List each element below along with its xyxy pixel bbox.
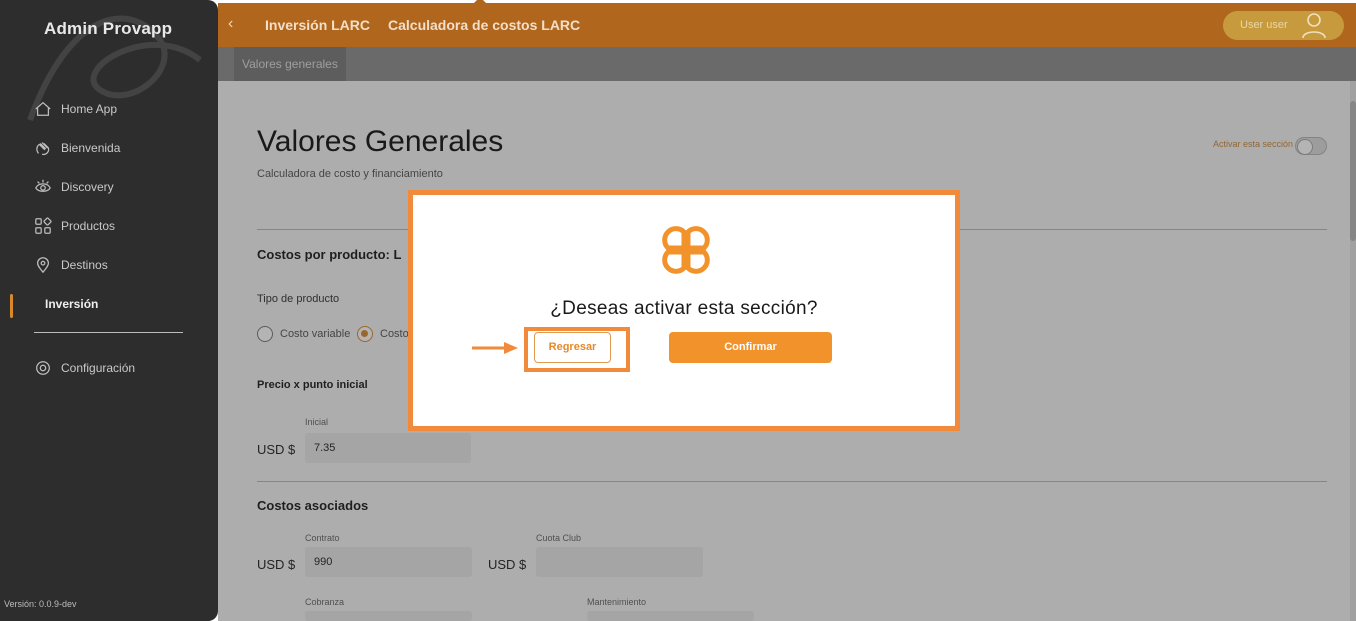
sidebar-item-label: Discovery xyxy=(61,180,114,194)
active-indicator xyxy=(10,294,13,318)
confirmar-button[interactable]: Confirmar xyxy=(669,332,832,363)
pointer-arrow-icon xyxy=(472,342,518,354)
sidebar-item-label: Home App xyxy=(61,102,118,116)
version-text: Versión: 0.0.9-dev xyxy=(4,599,77,609)
home-icon xyxy=(35,101,51,116)
sidebar-item-configuracion[interactable]: Configuración xyxy=(34,357,135,379)
confirm-dialog: ¿Deseas activar esta sección? Regresar C… xyxy=(408,190,960,431)
sidebar-item-label: Destinos xyxy=(61,258,108,272)
regresar-button[interactable]: Regresar xyxy=(534,332,611,363)
grid-icon xyxy=(35,217,52,234)
clover-logo-icon xyxy=(662,226,710,274)
sidebar-item-bienvenida[interactable]: Bienvenida xyxy=(34,137,120,159)
chevron-left-icon[interactable]: ‹ xyxy=(228,15,233,33)
dialog-question: ¿Deseas activar esta sección? xyxy=(550,298,818,319)
sidebar-item-label: Productos xyxy=(61,219,116,233)
sidebar-divider xyxy=(34,332,183,333)
sidebar-item-discovery[interactable]: Discovery xyxy=(34,176,114,198)
user-name: User user xyxy=(1240,19,1288,31)
map-pin-icon xyxy=(36,257,50,274)
user-icon xyxy=(1302,13,1326,39)
sidebar-item-label: Bienvenida xyxy=(61,141,121,155)
sidebar-item-label: Configuración xyxy=(61,361,136,375)
hand-wave-icon xyxy=(36,142,50,156)
breadcrumb-caret xyxy=(474,0,486,3)
breadcrumb-calculadora[interactable]: Calculadora de costos LARC xyxy=(388,17,580,33)
gear-icon xyxy=(36,361,50,375)
sidebar-item-home[interactable]: Home App xyxy=(34,98,117,120)
breadcrumb-inversion[interactable]: Inversión LARC xyxy=(265,17,370,33)
sidebar-item-inversion[interactable]: Inversión xyxy=(45,293,98,315)
user-menu-button[interactable]: User user xyxy=(1223,11,1344,40)
sidebar: Admin Provapp Home App Bienvenida Discov… xyxy=(0,0,218,621)
sidebar-item-label: Inversión xyxy=(45,297,99,311)
sidebar-item-destinos[interactable]: Destinos xyxy=(34,254,108,276)
app-brand: Admin Provapp xyxy=(44,19,173,38)
eye-icon xyxy=(35,179,51,192)
top-bar: ‹ Inversión LARC Calculadora de costos L… xyxy=(218,0,1356,47)
sidebar-item-productos[interactable]: Productos xyxy=(34,215,115,237)
